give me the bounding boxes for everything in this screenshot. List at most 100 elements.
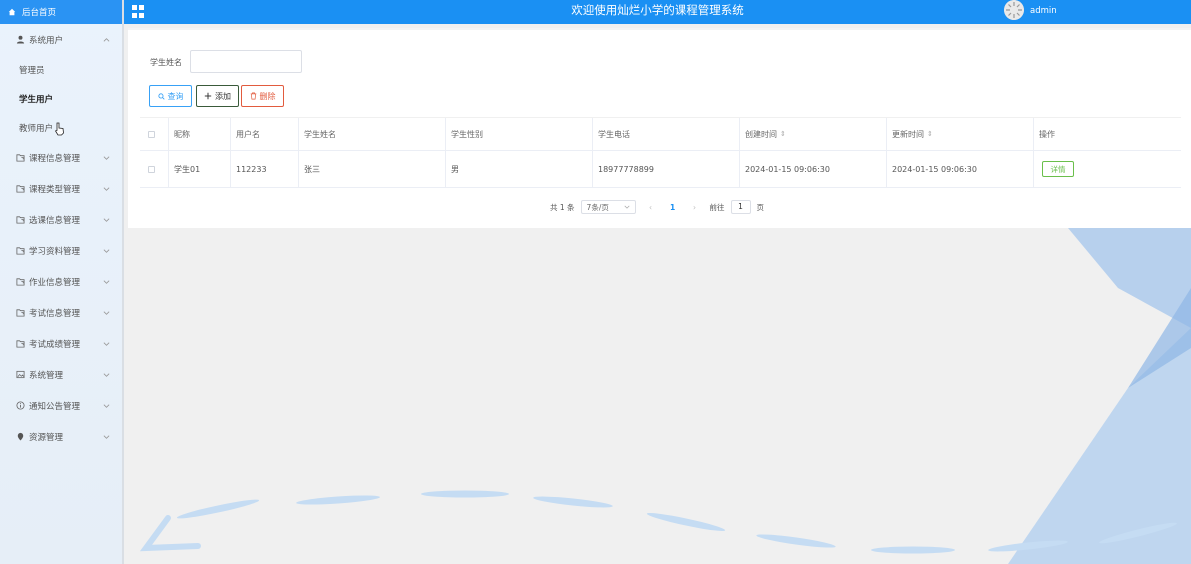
chevron-down-icon bbox=[103, 310, 110, 315]
chevron-down-icon bbox=[103, 217, 110, 222]
col-phone: 学生电话 bbox=[593, 118, 740, 150]
cell-updated: 2024-01-15 09:06:30 bbox=[887, 151, 1034, 187]
next-page-button[interactable]: › bbox=[686, 203, 704, 212]
select-all-checkbox[interactable] bbox=[148, 130, 155, 138]
col-username: 用户名 bbox=[231, 118, 299, 150]
folder-share-icon bbox=[15, 277, 25, 287]
location-pin-icon bbox=[15, 432, 25, 442]
chevron-down-icon bbox=[103, 403, 110, 408]
sidebar-group-label: 选课信息管理 bbox=[29, 215, 81, 226]
prev-page-button[interactable]: ‹ bbox=[642, 203, 660, 212]
background-decoration bbox=[128, 228, 1191, 564]
row-checkbox-cell bbox=[140, 151, 169, 187]
sidebar-group-label: 通知公告管理 bbox=[29, 401, 81, 412]
search-icon bbox=[157, 92, 165, 100]
cell-actions: 详情 bbox=[1034, 151, 1181, 187]
sidebar-group-label: 课程信息管理 bbox=[29, 153, 81, 164]
col-created-label: 创建时间 bbox=[745, 129, 777, 139]
sort-icon[interactable]: ⇕ bbox=[780, 130, 786, 138]
sidebar-group-6[interactable]: 考试成绩管理 bbox=[0, 328, 122, 359]
header-checkbox-cell bbox=[140, 118, 169, 150]
col-actions: 操作 bbox=[1039, 129, 1055, 139]
chevron-down-icon bbox=[103, 155, 110, 160]
cell-gender: 男 bbox=[446, 151, 593, 187]
cell-student-name: 张三 bbox=[299, 151, 446, 187]
sidebar-group-system-users[interactable]: 系统用户 bbox=[0, 24, 122, 55]
main-panel: 学生姓名 查询 添加 删除 昵称 用户名 学生姓名 学生性别 学生电话 创建时间… bbox=[128, 28, 1191, 228]
trash-icon bbox=[250, 92, 256, 100]
header-username[interactable]: admin bbox=[1030, 0, 1057, 22]
delete-button-label: 删除 bbox=[259, 91, 276, 101]
sidebar-group-label: 学习资料管理 bbox=[29, 246, 81, 257]
folder-share-icon bbox=[15, 153, 25, 163]
query-button[interactable]: 查询 bbox=[149, 85, 192, 107]
home-icon bbox=[8, 8, 16, 16]
sidebar-group-9[interactable]: 资源管理 bbox=[0, 421, 122, 452]
add-button-label: 添加 bbox=[215, 91, 231, 101]
sidebar-item-student-users[interactable]: 学生用户 bbox=[0, 84, 122, 113]
chevron-down-icon bbox=[103, 279, 110, 284]
chevron-down-icon bbox=[103, 372, 110, 377]
sidebar-group-3[interactable]: 学习资料管理 bbox=[0, 235, 122, 266]
sidebar-group-1[interactable]: 课程类型管理 bbox=[0, 173, 122, 204]
avatar-image bbox=[1004, 0, 1024, 20]
folder-share-icon bbox=[15, 308, 25, 318]
cell-nickname: 学生01 bbox=[169, 151, 231, 187]
col-updated[interactable]: 更新时间 ⇕ bbox=[887, 118, 1034, 150]
delete-button[interactable]: 删除 bbox=[241, 85, 284, 107]
sidebar-home[interactable]: 后台首页 bbox=[0, 0, 122, 24]
detail-button[interactable]: 详情 bbox=[1042, 161, 1074, 177]
query-button-label: 查询 bbox=[167, 91, 184, 101]
goto-page-input[interactable]: 1 bbox=[730, 200, 751, 214]
chevron-down-icon bbox=[103, 186, 110, 191]
sort-icon[interactable]: ⇕ bbox=[927, 130, 933, 138]
chevron-down-icon bbox=[103, 434, 110, 439]
col-nickname: 昵称 bbox=[169, 118, 231, 150]
chevron-up-icon bbox=[103, 37, 110, 42]
sidebar-group-0[interactable]: 课程信息管理 bbox=[0, 142, 122, 173]
students-table: 昵称 用户名 学生姓名 学生性别 学生电话 创建时间 ⇕ 更新时间 ⇕ 操作 学生0… bbox=[140, 117, 1181, 188]
sidebar-group-4[interactable]: 作业信息管理 bbox=[0, 266, 122, 297]
sidebar-group-label: 考试成绩管理 bbox=[29, 339, 81, 350]
sidebar-group-label: 课程类型管理 bbox=[29, 184, 81, 195]
table-header: 昵称 用户名 学生姓名 学生性别 学生电话 创建时间 ⇕ 更新时间 ⇕ 操作 bbox=[140, 117, 1181, 151]
user-icon bbox=[15, 35, 25, 45]
avatar[interactable] bbox=[1004, 0, 1024, 20]
pagination: 共 1 条 7条/页 ‹ 1 › 前往 1 页 bbox=[550, 200, 764, 214]
col-created[interactable]: 创建时间 ⇕ bbox=[740, 118, 887, 150]
student-name-input[interactable] bbox=[190, 50, 302, 73]
add-button[interactable]: 添加 bbox=[196, 85, 239, 107]
cell-phone: 18977778899 bbox=[593, 151, 740, 187]
sidebar-group-8[interactable]: 通知公告管理 bbox=[0, 390, 122, 421]
table-row: 学生01 112233 张三 男 18977778899 2024-01-15 … bbox=[140, 151, 1181, 188]
mouse-pointer-icon bbox=[54, 122, 64, 136]
folder-share-icon bbox=[15, 184, 25, 194]
col-student-name: 学生姓名 bbox=[299, 118, 446, 150]
sidebar-group-label: 考试信息管理 bbox=[29, 308, 81, 319]
cell-created: 2024-01-15 09:06:30 bbox=[740, 151, 887, 187]
page-size-select[interactable]: 7条/页 bbox=[580, 200, 636, 214]
sidebar-group-2[interactable]: 选课信息管理 bbox=[0, 204, 122, 235]
search-label: 学生姓名 bbox=[150, 58, 182, 67]
plus-icon bbox=[204, 92, 212, 100]
col-gender: 学生性别 bbox=[446, 118, 593, 150]
decorative-shapes bbox=[139, 228, 1191, 564]
sidebar-group-label: 系统用户 bbox=[29, 35, 64, 46]
sidebar-group-5[interactable]: 考试信息管理 bbox=[0, 297, 122, 328]
folder-share-icon bbox=[15, 246, 25, 256]
sidebar-group-label: 资源管理 bbox=[29, 432, 64, 443]
chevron-down-icon bbox=[103, 248, 110, 253]
row-checkbox[interactable] bbox=[148, 165, 155, 173]
sidebar: 后台首页 系统用户 管理员 学生用户 教师用户 课程信息管理 课程类型管理 选课信息… bbox=[0, 0, 124, 564]
sidebar-group-7[interactable]: 系统管理 bbox=[0, 359, 122, 390]
goto-prefix: 前往 bbox=[709, 202, 725, 212]
chevron-down-icon bbox=[103, 341, 110, 346]
picture-icon bbox=[15, 370, 25, 380]
sidebar-group-label: 作业信息管理 bbox=[29, 277, 81, 288]
page-size-value: 7条/页 bbox=[586, 202, 609, 212]
page-number-current[interactable]: 1 bbox=[666, 203, 680, 212]
sidebar-group-label: 系统管理 bbox=[29, 370, 64, 381]
goto-suffix: 页 bbox=[756, 202, 765, 212]
sidebar-item-admin[interactable]: 管理员 bbox=[0, 55, 122, 84]
cell-username: 112233 bbox=[231, 151, 299, 187]
